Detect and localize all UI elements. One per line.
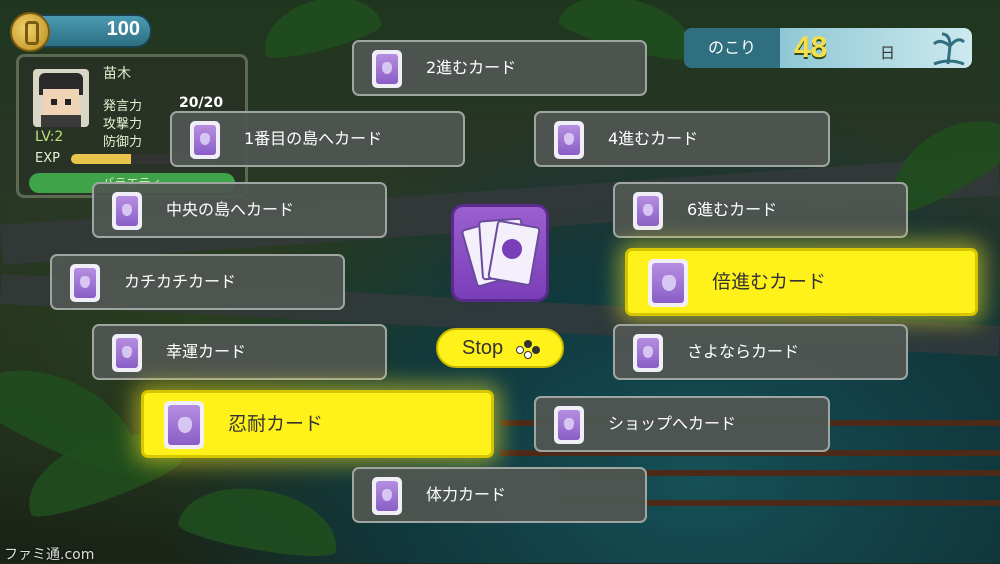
card-label: さよならカード xyxy=(687,342,800,361)
player-level: LV:2 xyxy=(35,129,64,145)
card-label: 幸運カード xyxy=(166,342,247,361)
card-icon xyxy=(554,406,584,444)
stat-speech-label: 発言力 xyxy=(103,99,143,114)
stat-defense-label: 防御力 xyxy=(103,135,143,150)
card-button-stamina[interactable]: 体力カード xyxy=(352,467,647,523)
card-icon xyxy=(554,121,584,159)
card-button-advance-6[interactable]: 6進むカード xyxy=(613,182,908,238)
card-icon xyxy=(190,121,220,159)
card-button-advance-4[interactable]: 4進むカード xyxy=(534,111,830,167)
days-unit: 日 xyxy=(880,44,896,62)
card-icon xyxy=(70,264,100,302)
card-button-double-advance[interactable]: 倍進むカード xyxy=(625,248,978,316)
card-label: 6進むカード xyxy=(687,200,778,219)
card-icon xyxy=(112,334,142,372)
card-icon xyxy=(372,477,402,515)
stat-attack-label: 攻撃力 xyxy=(103,117,143,132)
card-button-goodbye[interactable]: さよならカード xyxy=(613,324,908,380)
palm-island-icon xyxy=(932,32,966,66)
card-label: カチカチカード xyxy=(124,272,237,291)
card-label: 体力カード xyxy=(426,485,507,504)
card-deck-icon xyxy=(451,204,549,302)
coin-counter: 100 xyxy=(10,12,152,52)
card-icon xyxy=(372,50,402,88)
stop-button[interactable]: Stop xyxy=(436,328,564,368)
card-icon xyxy=(112,192,142,230)
card-button-endurance[interactable]: 忍耐カード xyxy=(141,390,494,458)
card-button-to-shop[interactable]: ショップへカード xyxy=(534,396,830,452)
card-icon xyxy=(633,192,663,230)
card-label: ショップへカード xyxy=(608,414,737,433)
card-icon xyxy=(164,401,204,449)
stat-speech-value: 20/20 xyxy=(179,95,224,111)
days-value: 48 xyxy=(794,31,828,64)
coin-value: 100 xyxy=(106,18,140,40)
controller-button-icon xyxy=(516,340,540,359)
card-label: 2進むカード xyxy=(426,58,517,77)
exp-label: EXP xyxy=(35,151,60,166)
card-button-kachikachi[interactable]: カチカチカード xyxy=(50,254,345,310)
card-icon xyxy=(633,334,663,372)
card-button-luck[interactable]: 幸運カード xyxy=(92,324,387,380)
avatar xyxy=(33,69,89,127)
coin-icon xyxy=(10,12,50,52)
card-button-central-island[interactable]: 中央の島へカード xyxy=(92,182,387,238)
card-label: 4進むカード xyxy=(608,129,699,148)
card-label: 1番目の島へカード xyxy=(244,129,383,148)
card-button-advance-2[interactable]: 2進むカード xyxy=(352,40,647,96)
card-button-first-island[interactable]: 1番目の島へカード xyxy=(170,111,465,167)
player-name: 苗木 xyxy=(103,66,131,82)
days-label: のこり xyxy=(684,28,780,68)
card-label: 忍耐カード xyxy=(228,413,324,435)
days-remaining: のこり 48 xyxy=(684,28,972,68)
card-label: 倍進むカード xyxy=(712,271,827,293)
card-icon xyxy=(648,259,688,307)
watermark: ファミ通.com xyxy=(4,547,95,563)
stop-label: Stop xyxy=(462,337,504,359)
card-label: 中央の島へカード xyxy=(166,200,295,219)
